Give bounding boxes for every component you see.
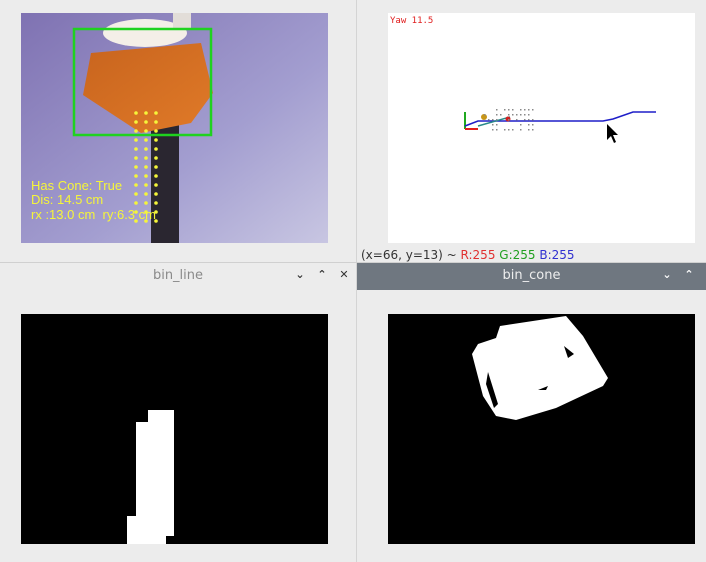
sample-dot	[144, 183, 148, 187]
sample-dot	[134, 138, 138, 142]
status-b: B:255	[539, 248, 574, 262]
scan-point	[532, 109, 534, 111]
sample-dot	[144, 165, 148, 169]
scan-point	[512, 129, 514, 131]
scan-point	[520, 129, 522, 131]
mouse-cursor	[607, 124, 618, 143]
scan-point	[524, 119, 526, 121]
scan-point	[524, 109, 526, 111]
scan-point	[520, 109, 522, 111]
sample-dot	[154, 174, 158, 178]
scan-point	[512, 109, 514, 111]
sample-dot	[144, 147, 148, 151]
plot-canvas[interactable]: Yaw 11.5	[388, 13, 695, 243]
sample-dot	[134, 192, 138, 196]
scan-point	[512, 114, 514, 116]
sample-dot	[134, 129, 138, 133]
scan-point	[516, 114, 518, 116]
sample-dot	[134, 156, 138, 160]
scan-point	[532, 129, 534, 131]
minimize-button[interactable]: ⌄	[293, 268, 307, 281]
sample-dot	[144, 192, 148, 196]
sample-dot	[144, 174, 148, 178]
scan-point	[484, 114, 486, 116]
camera-image: Has Cone: True Dis: 14.5 cm rx :13.0 cm …	[21, 13, 328, 243]
sample-dot	[154, 201, 158, 205]
sample-dot	[154, 165, 158, 169]
sample-dot	[144, 111, 148, 115]
overlay-distance: Dis: 14.5 cm	[31, 192, 103, 207]
sample-dot	[134, 165, 138, 169]
pixel-status-line: (x=66, y=13) ~ R:255 G:255 B:255	[361, 248, 575, 262]
sample-dot	[134, 147, 138, 151]
camera-window: Has Cone: True Dis: 14.5 cm rx :13.0 cm …	[0, 0, 356, 262]
sample-dot	[154, 111, 158, 115]
overlay-has-cone: Has Cone: True	[31, 178, 122, 193]
yaw-label: Yaw 11.5	[390, 16, 433, 26]
scan-point	[492, 124, 494, 126]
scan-point	[500, 114, 502, 116]
sample-dot	[144, 129, 148, 133]
scan-point	[528, 109, 530, 111]
bin-cone-window: bin_cone ⌄ ⌃	[357, 263, 706, 562]
status-coords: (x=66, y=13) ~	[361, 248, 461, 262]
scan-point	[528, 124, 530, 126]
status-r: R:255	[461, 248, 496, 262]
scan-point	[528, 119, 530, 121]
scan-point	[508, 114, 510, 116]
bin-line-image	[21, 314, 328, 544]
sample-dot	[154, 192, 158, 196]
scan-point	[496, 129, 498, 131]
scan-point	[496, 124, 498, 126]
scan-point	[516, 119, 518, 121]
overlay-offset: rx :13.0 cm ry:6.3 cm	[31, 207, 156, 222]
scan-point	[496, 109, 498, 111]
bin-line-window: bin_line ⌄ ⌃ ✕	[0, 263, 356, 562]
scan-point	[504, 109, 506, 111]
sample-dot	[154, 129, 158, 133]
scan-point	[492, 119, 494, 121]
sample-dot	[144, 156, 148, 160]
scan-point	[528, 114, 530, 116]
scan-point	[508, 129, 510, 131]
sample-dot	[134, 201, 138, 205]
bin-cone-titlebar[interactable]: bin_cone ⌄ ⌃	[357, 263, 706, 290]
scan-point	[520, 114, 522, 116]
trajectory-path	[465, 112, 656, 126]
scan-point	[524, 114, 526, 116]
minimize-button[interactable]: ⌄	[660, 268, 674, 281]
scan-point	[520, 124, 522, 126]
bin-line-titlebar[interactable]: bin_line ⌄ ⌃ ✕	[0, 263, 356, 290]
scan-points	[484, 109, 534, 131]
sample-dot	[154, 147, 158, 151]
scan-point	[508, 109, 510, 111]
maximize-button[interactable]: ⌃	[315, 268, 329, 281]
sample-dot	[154, 138, 158, 142]
close-button[interactable]: ✕	[337, 268, 351, 281]
scan-point	[496, 119, 498, 121]
scan-point	[504, 129, 506, 131]
sample-dot	[134, 174, 138, 178]
sample-dot	[144, 138, 148, 142]
scan-point	[528, 129, 530, 131]
bin-cone-image	[388, 314, 695, 544]
scan-point	[488, 119, 490, 121]
scan-point	[492, 129, 494, 131]
sample-dot	[134, 183, 138, 187]
bin-cone-title: bin_cone	[357, 268, 706, 283]
sample-dot	[154, 120, 158, 124]
scan-point	[508, 119, 510, 121]
scan-point	[532, 119, 534, 121]
sample-dot	[144, 201, 148, 205]
sample-dot	[134, 111, 138, 115]
sample-dot	[154, 183, 158, 187]
scan-point	[496, 114, 498, 116]
maximize-button[interactable]: ⌃	[682, 268, 696, 281]
plot-window: Yaw 11.5 (x=66, y=13) ~ R:255 G:255 B:25…	[357, 0, 706, 262]
sample-dot	[134, 120, 138, 124]
status-g: G:255	[499, 248, 535, 262]
scan-point	[532, 124, 534, 126]
sample-dot	[144, 120, 148, 124]
sample-dot	[154, 156, 158, 160]
